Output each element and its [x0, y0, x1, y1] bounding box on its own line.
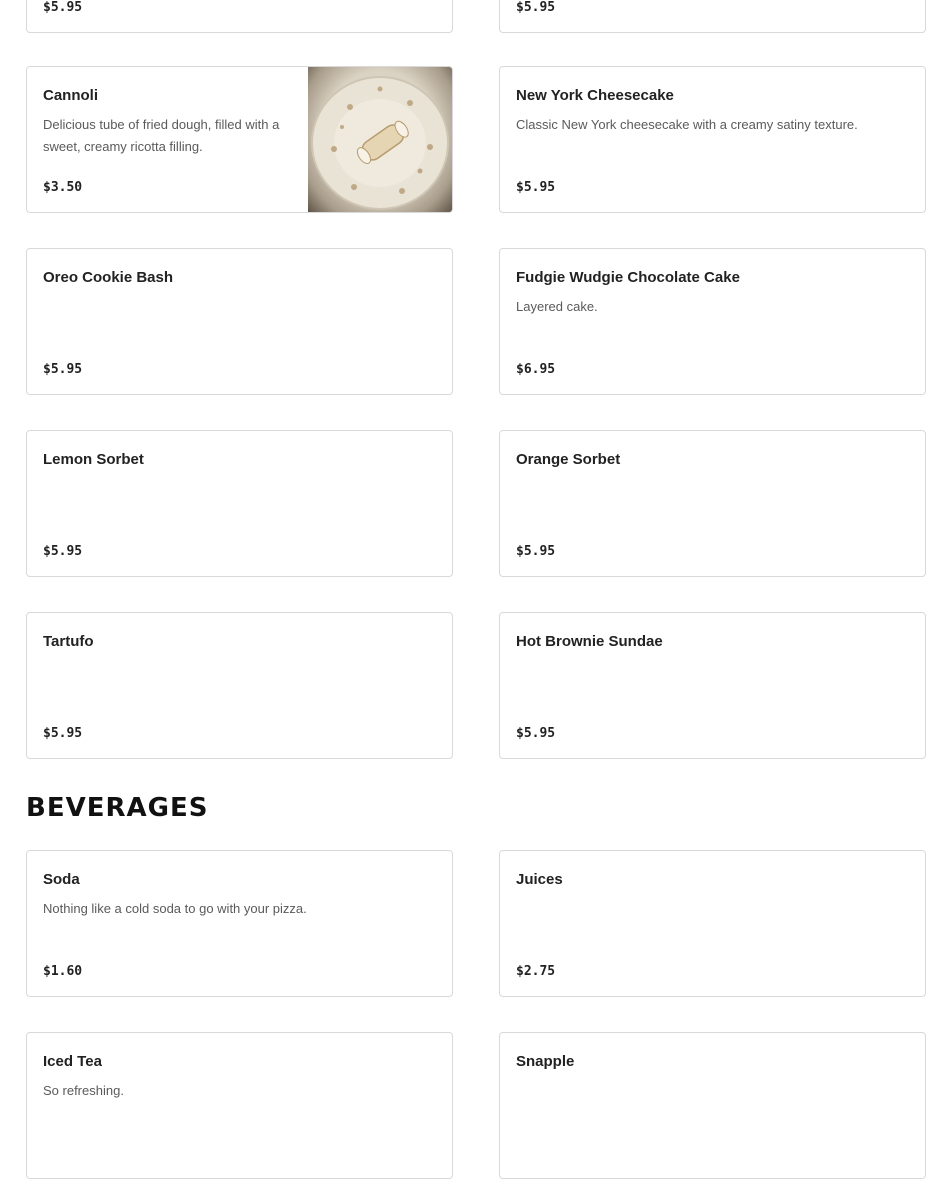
item-price: $5.95	[43, 0, 83, 15]
item-price: $5.95	[43, 726, 83, 741]
item-photo	[308, 67, 452, 212]
item-description: Nothing like a cold soda to go with your…	[43, 901, 307, 916]
item-name: Iced Tea	[43, 1053, 102, 1070]
menu-item-card-orange-sorbet[interactable]: Orange Sorbet $5.95	[499, 430, 926, 577]
item-name: Tartufo	[43, 633, 94, 650]
item-price: $5.95	[516, 180, 556, 195]
menu-item-card-cannoli[interactable]: Cannoli Delicious tube of fried dough, f…	[26, 66, 453, 213]
item-price: $3.50	[43, 180, 83, 195]
menu-item-card[interactable]: $5.95	[499, 0, 926, 33]
item-description: Layered cake.	[516, 299, 598, 314]
menu-item-card-juices[interactable]: Juices $2.75	[499, 850, 926, 997]
menu-item-card-new-york-cheesecake[interactable]: New York Cheesecake Classic New York che…	[499, 66, 926, 213]
item-price: $1.60	[43, 964, 83, 979]
item-description: Delicious tube of fried dough, filled wi…	[43, 117, 280, 154]
item-price: $5.95	[43, 544, 83, 559]
item-price: $6.95	[516, 362, 556, 377]
item-price: $5.95	[516, 544, 556, 559]
item-price: $2.75	[516, 964, 556, 979]
item-name: Soda	[43, 871, 80, 888]
item-name: Hot Brownie Sundae	[516, 633, 663, 650]
item-name: Oreo Cookie Bash	[43, 269, 174, 286]
item-name: Juices	[516, 871, 563, 888]
item-price: $5.95	[516, 0, 556, 15]
item-description: So refreshing.	[43, 1083, 124, 1098]
menu-item-card-hot-brownie-sundae[interactable]: Hot Brownie Sundae $5.95	[499, 612, 926, 759]
menu-item-card[interactable]: $5.95	[26, 0, 453, 33]
menu-item-card-iced-tea[interactable]: Iced Tea So refreshing.	[26, 1032, 453, 1179]
item-name: Orange Sorbet	[516, 451, 621, 468]
menu-item-card-fudgie-wudgie-chocolate-cake[interactable]: Fudgie Wudgie Chocolate Cake Layered cak…	[499, 248, 926, 395]
item-name: Snapple	[516, 1053, 575, 1070]
menu-item-card-lemon-sorbet[interactable]: Lemon Sorbet $5.95	[26, 430, 453, 577]
item-description: Classic New York cheesecake with a cream…	[516, 117, 858, 132]
item-price: $5.95	[516, 726, 556, 741]
menu-item-card-soda[interactable]: Soda Nothing like a cold soda to go with…	[26, 850, 453, 997]
menu-item-card-tartufo[interactable]: Tartufo $5.95	[26, 612, 453, 759]
menu-item-card-oreo-cookie-bash[interactable]: Oreo Cookie Bash $5.95	[26, 248, 453, 395]
item-name: New York Cheesecake	[516, 87, 674, 104]
item-price: $5.95	[43, 362, 83, 377]
item-name: Fudgie Wudgie Chocolate Cake	[516, 269, 740, 286]
item-name: Cannoli	[43, 87, 98, 104]
menu-item-card-snapple[interactable]: Snapple	[499, 1032, 926, 1179]
section-title-beverages: BEVERAGES	[26, 793, 209, 823]
item-name: Lemon Sorbet	[43, 451, 144, 468]
